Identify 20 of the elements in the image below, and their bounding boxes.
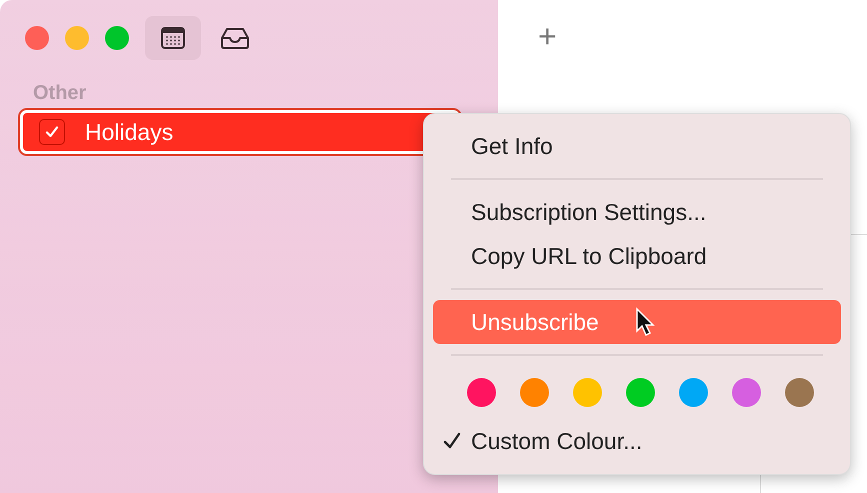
add-button[interactable]: +	[538, 18, 557, 55]
menu-item[interactable]: Custom Colour...	[433, 419, 841, 463]
zoom-button[interactable]	[105, 26, 129, 50]
color-swatch[interactable]	[520, 378, 549, 407]
section-header: Other	[33, 82, 88, 106]
color-swatch[interactable]	[626, 378, 655, 407]
color-swatch[interactable]	[785, 378, 814, 407]
checkmark-icon	[45, 125, 59, 139]
calendar-icon[interactable]	[145, 16, 201, 60]
color-swatch[interactable]	[732, 378, 761, 407]
color-swatch[interactable]	[679, 378, 708, 407]
calendar-item[interactable]: Holidays	[20, 110, 460, 154]
cursor-icon	[634, 307, 657, 337]
menu-item[interactable]: Subscription Settings...	[433, 190, 841, 234]
color-swatch[interactable]	[467, 378, 496, 407]
checkbox[interactable]	[39, 119, 65, 145]
minimize-button[interactable]	[65, 26, 89, 50]
color-swatch[interactable]	[573, 378, 602, 407]
menu-item[interactable]: Copy URL to Clipboard	[433, 234, 841, 278]
close-button[interactable]	[25, 26, 49, 50]
